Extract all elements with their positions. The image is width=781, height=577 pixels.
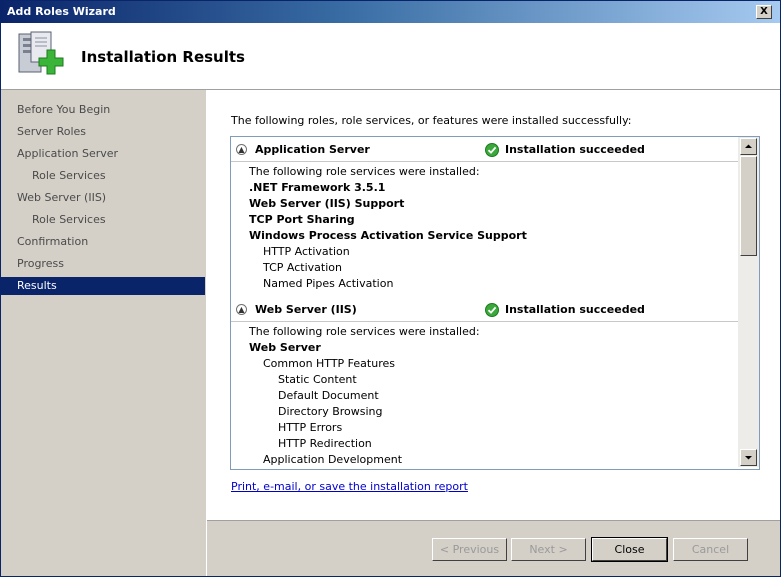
list-item: HTTP Errors [278, 421, 343, 434]
list-item: Common HTTP Features [263, 357, 395, 370]
nav-item-application-server[interactable]: Application Server [1, 145, 205, 163]
wizard-window: Add Roles Wizard X Installation Results … [0, 0, 781, 577]
results-intro-text: The following roles, role services, or f… [231, 114, 632, 127]
list-item: TCP Port Sharing [249, 213, 355, 226]
nav-item-results[interactable]: Results [1, 277, 205, 295]
list-item: HTTP Activation [263, 245, 350, 258]
arrow-up-icon [745, 144, 752, 148]
nav-item-web-role-services[interactable]: Role Services [1, 211, 205, 229]
success-check-icon [485, 303, 499, 317]
window-title: Add Roles Wizard [7, 5, 116, 18]
section-role-name: Application Server [255, 143, 370, 156]
list-item: Named Pipes Activation [263, 277, 394, 290]
close-button[interactable]: Close [591, 537, 668, 562]
list-item: Static Content [278, 373, 357, 386]
results-scrollbar[interactable] [738, 137, 759, 467]
list-item: Directory Browsing [278, 405, 383, 418]
arrow-down-icon [745, 456, 752, 460]
list-item: Default Document [278, 389, 379, 402]
results-scroll-content: ▲ Application Server Installation succee… [231, 137, 738, 467]
title-bar[interactable]: Add Roles Wizard X [1, 1, 780, 23]
collapse-chevron-icon[interactable]: ▲ [236, 144, 247, 155]
previous-button[interactable]: < Previous [432, 538, 507, 561]
section-divider [231, 321, 738, 322]
list-item: HTTP Redirection [278, 437, 372, 450]
list-item: .NET Framework 3.5.1 [249, 181, 386, 194]
installed-label: The following role services were install… [249, 325, 480, 338]
installed-label: The following role services were install… [249, 165, 480, 178]
section-status: Installation succeeded [505, 143, 645, 156]
scroll-up-button[interactable] [740, 138, 757, 155]
list-item: Windows Process Activation Service Suppo… [249, 229, 527, 242]
cancel-button[interactable]: Cancel [673, 538, 748, 561]
list-item: Web Server [249, 341, 321, 354]
close-window-button[interactable]: X [756, 5, 772, 19]
results-list: ▲ Application Server Installation succee… [230, 136, 760, 470]
nav-item-confirmation[interactable]: Confirmation [1, 233, 205, 251]
print-report-link[interactable]: Print, e-mail, or save the installation … [231, 480, 468, 493]
section-status: Installation succeeded [505, 303, 645, 316]
collapse-chevron-icon[interactable]: ▲ [236, 304, 247, 315]
success-check-icon [485, 143, 499, 157]
section-divider [231, 161, 738, 162]
list-item: Application Development [263, 453, 403, 466]
wizard-steps-nav: Before You Begin Server Roles Applicatio… [1, 90, 207, 576]
scroll-thumb[interactable] [740, 156, 757, 256]
wizard-button-bar: < Previous Next > Close Cancel [207, 520, 780, 576]
main-content: The following roles, role services, or f… [207, 90, 780, 576]
server-roles-add-icon [18, 31, 64, 75]
page-title: Installation Results [81, 48, 245, 66]
wizard-header: Installation Results [1, 23, 780, 90]
nav-item-before-you-begin[interactable]: Before You Begin [1, 101, 205, 119]
list-item: TCP Activation [263, 261, 342, 274]
nav-item-app-role-services[interactable]: Role Services [1, 167, 205, 185]
section-role-name: Web Server (IIS) [255, 303, 357, 316]
nav-item-web-server-iis[interactable]: Web Server (IIS) [1, 189, 205, 207]
nav-item-server-roles[interactable]: Server Roles [1, 123, 205, 141]
next-button[interactable]: Next > [511, 538, 586, 561]
scroll-down-button[interactable] [740, 449, 757, 466]
section-header-application-server: ▲ Application Server Installation succee… [231, 139, 738, 161]
list-item: Web Server (IIS) Support [249, 197, 405, 210]
nav-item-progress[interactable]: Progress [1, 255, 205, 273]
section-header-web-server-iis: ▲ Web Server (IIS) Installation succeede… [231, 299, 738, 321]
